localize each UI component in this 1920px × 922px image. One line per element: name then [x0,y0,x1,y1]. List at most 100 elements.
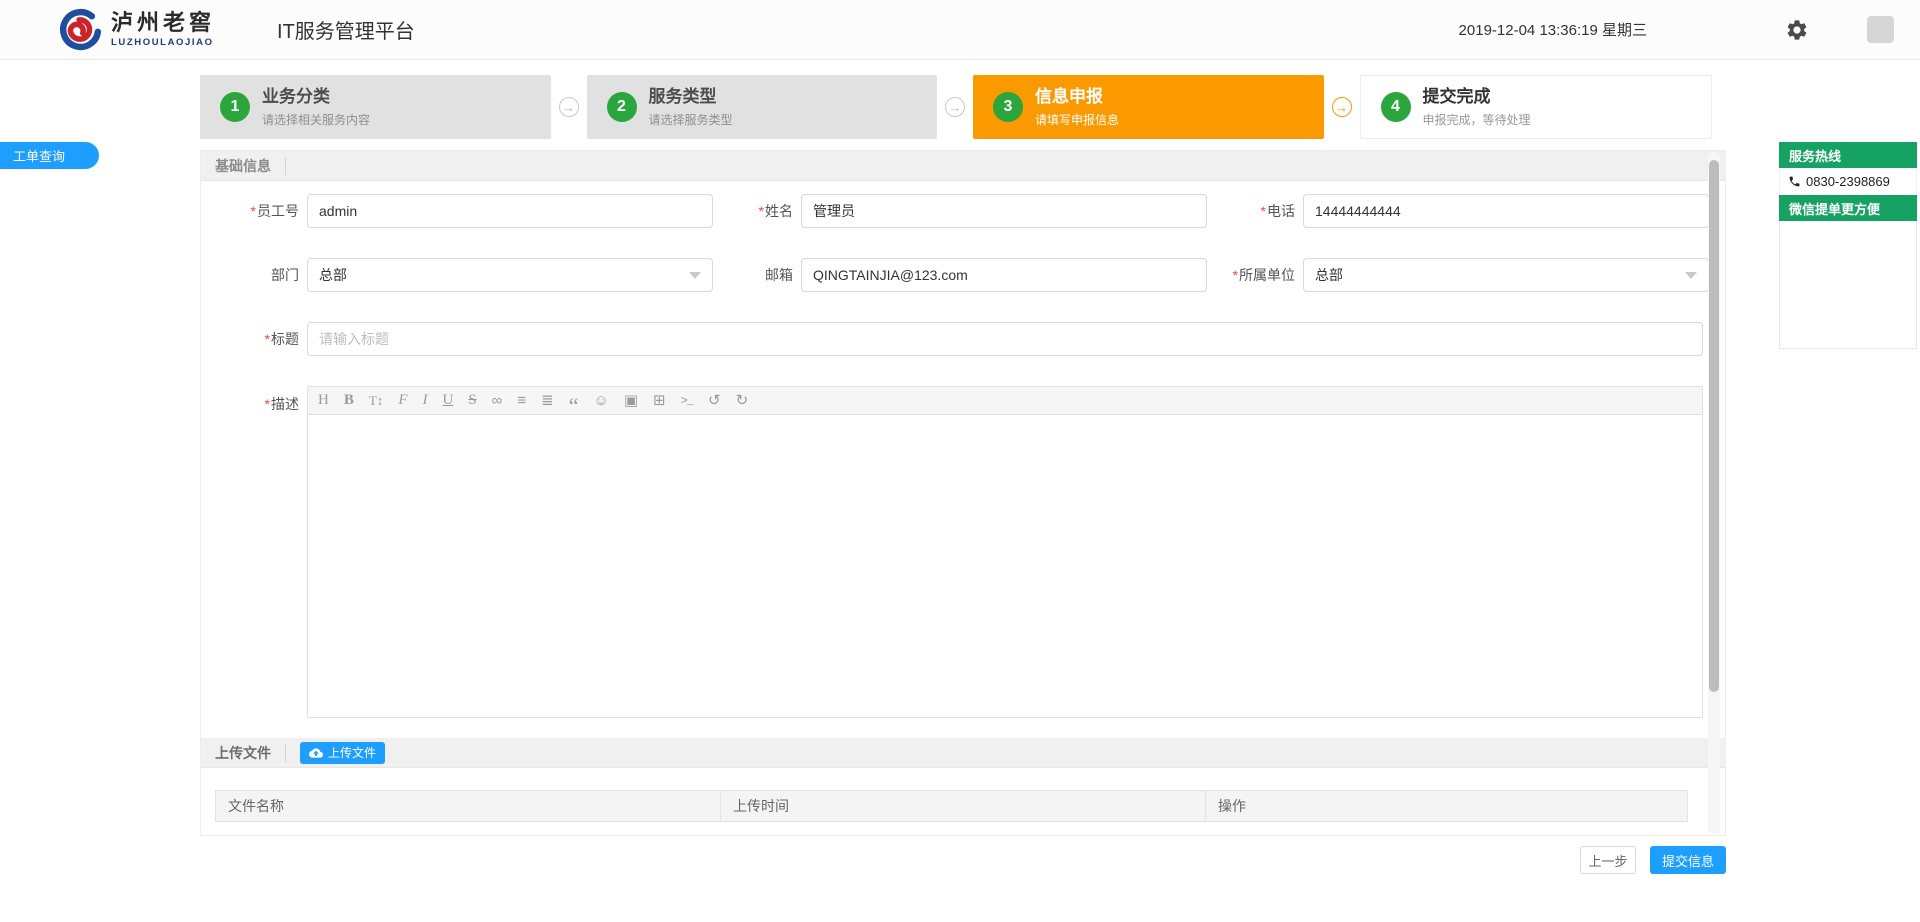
chevron-down-icon [689,272,701,279]
required-mark: * [1261,203,1266,219]
step-4-title: 提交完成 [1423,86,1531,107]
basic-info-section-bar: 基础信息 [201,151,1725,181]
department-label: 部门 [217,265,299,285]
department-select-value: 总部 [319,265,347,285]
name-input[interactable] [801,194,1207,228]
logo-swirl-icon [58,8,102,52]
undo-icon[interactable]: ↺ [708,393,721,408]
link-icon[interactable]: ∞ [492,393,503,408]
divider [285,157,286,175]
email-label: 邮箱 [723,265,793,285]
step-1-number: 1 [220,92,250,122]
strikethrough-icon[interactable]: S [468,393,476,408]
hotline-number: 0830-2398869 [1806,174,1890,189]
description-label: *描述 [217,394,299,414]
scrollbar-thumb[interactable] [1709,160,1719,692]
wechat-qr-area [1779,221,1917,349]
file-name-column-header: 文件名称 [216,791,721,821]
unordered-list-icon[interactable]: ≡ [517,393,526,408]
unit-select[interactable]: 总部 [1303,258,1709,292]
step-2-title: 服务类型 [649,86,733,107]
required-mark: * [265,331,270,347]
department-select[interactable]: 总部 [307,258,713,292]
right-sidebar: 服务热线 0830-2398869 微信提单更方便 [1779,142,1917,349]
chevron-down-icon [1685,272,1697,279]
page-title: IT服务管理平台 [277,15,415,44]
step-arrow-3: → [1324,75,1360,139]
submit-info-button[interactable]: 提交信息 [1650,846,1726,874]
step-business-category[interactable]: 1 业务分类 请选择相关服务内容 [200,75,551,139]
description-editor: H B T↕ F I U S ∞ ≡ ≣ “ ☺ ▣ ⊞ >_ ↺ ↻ [307,386,1703,718]
form-row-2: 部门 总部 邮箱 *所属单位 总部 [217,258,1725,292]
step-arrow-2: → [937,75,973,139]
name-label: *姓名 [723,201,793,221]
panel-scrollbar [1708,152,1720,834]
actions-column-header: 操作 [1206,791,1687,821]
code-icon[interactable]: >_ [681,395,693,407]
basic-info-section-title: 基础信息 [215,156,271,176]
step-service-type[interactable]: 2 服务类型 请选择服务类型 [587,75,938,139]
italic-icon[interactable]: I [422,393,427,408]
step-submit-complete[interactable]: 4 提交完成 申报完成，等待处理 [1360,75,1713,139]
page: 泸州老窖 LUZHOULAOJIAO IT服务管理平台 2019-12-04 1… [0,0,1920,922]
step-2-number: 2 [607,92,637,122]
gear-icon[interactable] [1785,18,1809,42]
footer-actions: 上一步 提交信息 [200,846,1726,874]
upload-file-button[interactable]: 上传文件 [300,742,385,764]
logo-english-name: LUZHOULAOJIAO [111,38,215,48]
avatar[interactable] [1867,16,1894,43]
step-wizard: 1 业务分类 请选择相关服务内容 → 2 服务类型 请选择服务类型 → 3 信息… [200,75,1712,139]
align-justify-icon[interactable]: ≣ [541,393,554,408]
arrow-right-icon: → [559,97,579,117]
wechat-header: 微信提单更方便 [1779,195,1917,221]
emoticon-icon[interactable]: ☺ [593,393,608,408]
unit-label: *所属单位 [1209,265,1295,285]
table-icon[interactable]: ⊞ [653,393,666,408]
image-icon[interactable]: ▣ [624,393,638,408]
required-mark: * [759,203,764,219]
font-family-icon[interactable]: F [398,393,407,408]
arrow-right-icon: → [945,97,965,117]
font-size-icon[interactable]: T↕ [369,394,383,407]
quote-icon[interactable]: “ [569,402,579,410]
bold-icon[interactable]: B [344,393,354,408]
divider [285,744,286,762]
phone-icon [1788,175,1801,188]
description-editor-body[interactable] [308,415,1702,717]
title-input[interactable] [307,322,1703,356]
title-label: *标题 [217,329,299,349]
email-input[interactable] [801,258,1207,292]
upload-section-title: 上传文件 [215,743,271,763]
form-row-1: *员工号 *姓名 *电话 [217,194,1725,228]
step-2-subtitle: 请选择服务类型 [649,111,733,128]
upload-section-bar: 上传文件 上传文件 [201,738,1725,768]
required-mark: * [1233,267,1238,283]
service-hotline-header: 服务热线 [1779,142,1917,168]
employee-id-input[interactable] [307,194,713,228]
datetime-text: 2019-12-04 13:36:19 星期三 [1459,19,1647,40]
unit-select-value: 总部 [1315,265,1343,285]
company-logo: 泸州老窖 LUZHOULAOJIAO [58,8,215,52]
phone-label: *电话 [1209,201,1295,221]
step-arrow-1: → [551,75,587,139]
step-3-title: 信息申报 [1035,86,1119,107]
file-table: 文件名称 上传时间 操作 [215,790,1688,822]
step-info-declare[interactable]: 3 信息申报 请填写申报信息 [973,75,1324,139]
employee-id-label: *员工号 [217,201,299,221]
main-form-panel: 基础信息 *员工号 *姓名 *电话 部门 总部 邮箱 *所属单位 总部 [200,150,1726,836]
form-row-3: *标题 [217,322,1725,356]
previous-step-button[interactable]: 上一步 [1580,846,1636,874]
redo-icon[interactable]: ↻ [736,393,749,408]
arrow-right-icon: → [1332,97,1352,117]
upload-file-button-label: 上传文件 [328,744,376,761]
work-order-query-tab[interactable]: 工单查询 [0,142,99,169]
phone-input[interactable] [1303,194,1709,228]
logo-text: 泸州老窖 LUZHOULAOJIAO [111,12,215,48]
step-4-number: 4 [1381,92,1411,122]
step-1-subtitle: 请选择相关服务内容 [262,111,370,128]
header-right: 2019-12-04 13:36:19 星期三 [1459,16,1894,43]
underline-icon[interactable]: U [442,393,453,408]
step-3-number: 3 [993,92,1023,122]
heading-icon[interactable]: H [318,393,329,408]
upload-time-column-header: 上传时间 [721,791,1206,821]
